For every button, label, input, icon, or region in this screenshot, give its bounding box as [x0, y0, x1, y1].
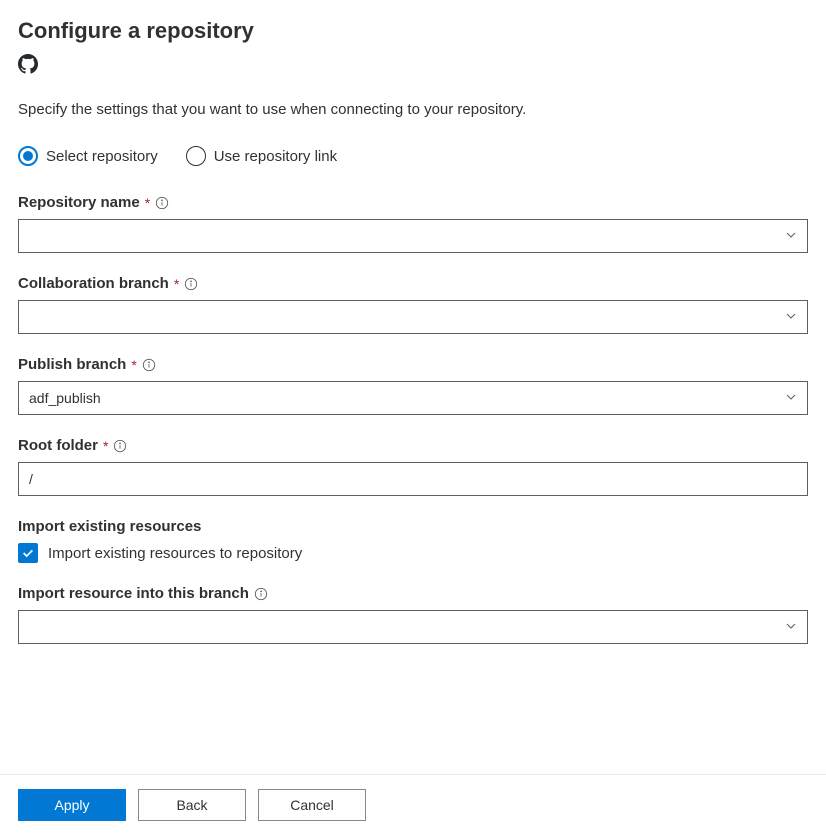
info-icon[interactable] [184, 277, 198, 291]
repository-name-label: Repository name [18, 194, 140, 211]
cancel-button[interactable]: Cancel [258, 789, 366, 821]
github-icon [18, 61, 38, 78]
page-title: Configure a repository [18, 18, 808, 44]
use-repository-link-radio[interactable]: Use repository link [186, 146, 337, 166]
repository-name-field-group: Repository name * [18, 194, 808, 253]
publish-branch-field-group: Publish branch * adf_publish [18, 356, 808, 415]
chevron-down-icon [785, 309, 797, 325]
required-indicator: * [145, 195, 150, 211]
dropdown-value: adf_publish [29, 390, 101, 406]
info-icon[interactable] [155, 196, 169, 210]
collaboration-branch-dropdown[interactable] [18, 300, 808, 334]
radio-unselected-icon [186, 146, 206, 166]
apply-button[interactable]: Apply [18, 789, 126, 821]
publish-branch-label: Publish branch [18, 356, 126, 373]
collaboration-branch-label: Collaboration branch [18, 275, 169, 292]
import-branch-dropdown[interactable] [18, 610, 808, 644]
import-existing-label: Import existing resources [18, 518, 808, 535]
chevron-down-icon [785, 390, 797, 406]
root-folder-input[interactable] [18, 462, 808, 496]
select-repository-radio[interactable]: Select repository [18, 146, 158, 166]
radio-selected-icon [18, 146, 38, 166]
root-folder-label: Root folder [18, 437, 98, 454]
info-icon[interactable] [254, 587, 268, 601]
root-folder-field-group: Root folder * [18, 437, 808, 496]
provider-icon-row [18, 54, 808, 79]
import-branch-field-group: Import resource into this branch [18, 585, 808, 644]
back-button[interactable]: Back [138, 789, 246, 821]
radio-label: Select repository [46, 148, 158, 165]
checkbox-label: Import existing resources to repository [48, 545, 302, 562]
repository-mode-radio-group: Select repository Use repository link [18, 146, 808, 166]
chevron-down-icon [785, 619, 797, 635]
info-icon[interactable] [113, 439, 127, 453]
required-indicator: * [174, 276, 179, 292]
chevron-down-icon [785, 228, 797, 244]
description-text: Specify the settings that you want to us… [18, 101, 808, 118]
required-indicator: * [103, 438, 108, 454]
import-branch-label: Import resource into this branch [18, 585, 249, 602]
info-icon[interactable] [142, 358, 156, 372]
import-existing-section: Import existing resources Import existin… [18, 518, 808, 563]
required-indicator: * [131, 357, 136, 373]
radio-label: Use repository link [214, 148, 337, 165]
collaboration-branch-field-group: Collaboration branch * [18, 275, 808, 334]
import-existing-checkbox[interactable] [18, 543, 38, 563]
repository-name-dropdown[interactable] [18, 219, 808, 253]
publish-branch-dropdown[interactable]: adf_publish [18, 381, 808, 415]
footer-button-bar: Apply Back Cancel [0, 774, 826, 835]
